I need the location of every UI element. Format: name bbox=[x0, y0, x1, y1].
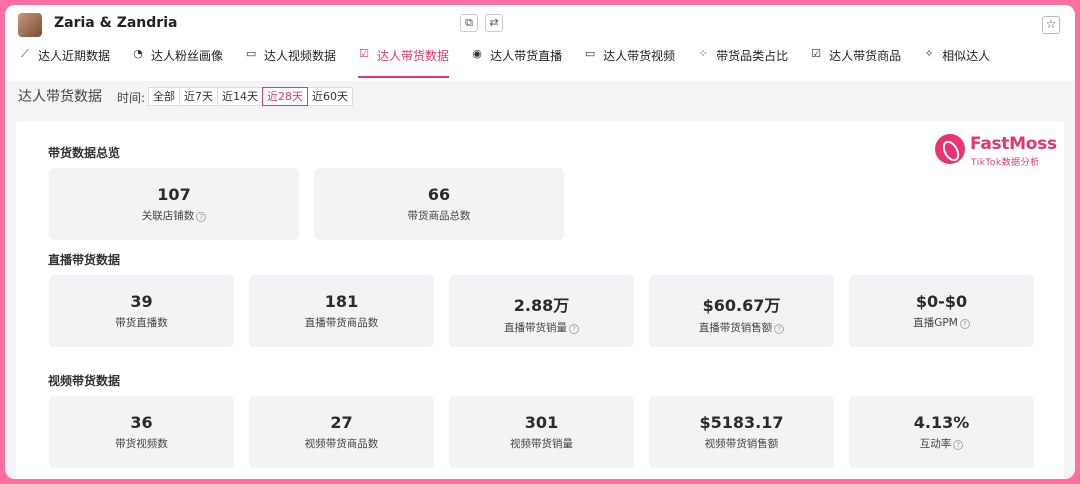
time-option-14d[interactable]: 近14天 bbox=[217, 87, 263, 106]
line-chart-icon: ⟋ bbox=[21, 47, 29, 60]
time-option-all[interactable]: 全部 bbox=[148, 87, 180, 106]
tab-fan-profile[interactable]: ◔ 达人粉丝画像 bbox=[132, 47, 223, 81]
tab-label: 达人粉丝画像 bbox=[151, 49, 224, 63]
stat-label: 带货视频数 bbox=[115, 438, 168, 450]
app-frame: Zaria & Zandria ⧉ ⇄ ☆ ⟋ 达人近期数据 ◔ 达人粉丝画像 ▭ 达… bbox=[5, 5, 1075, 479]
tab-sales-data[interactable]: ☑ 达人带货数据 bbox=[358, 47, 450, 81]
time-label: 时间: bbox=[117, 91, 146, 105]
stat-value: 27 bbox=[330, 413, 353, 432]
stat-value: 4.13% bbox=[913, 413, 970, 432]
stat-card-products: 66 带货商品总数 bbox=[314, 168, 564, 240]
stat-label: 带货直播数 bbox=[115, 317, 168, 329]
brand-subtitle: TikTok数据分析 bbox=[971, 158, 1040, 168]
stat-value: 36 bbox=[130, 413, 153, 432]
help-icon[interactable]: ? bbox=[569, 324, 579, 334]
stat-card-video-count: 36 带货视频数 bbox=[49, 396, 234, 468]
overview-title: 带货数据总览 bbox=[48, 146, 121, 160]
video-icon: ▭ bbox=[584, 47, 596, 60]
stat-card-video-sales: 301 视频带货销量 bbox=[449, 396, 634, 468]
stat-card-shops: 107 关联店铺数? bbox=[49, 168, 299, 240]
pie-chart-icon: ◔ bbox=[133, 47, 143, 60]
stat-card-video-products: 27 视频带货商品数 bbox=[249, 396, 434, 468]
brand-logo: FastMoss TikTok数据分析 bbox=[935, 132, 1057, 172]
bag-icon: ☑ bbox=[811, 47, 822, 60]
tab-similar-creators[interactable]: ✧ 相似达人 bbox=[923, 47, 991, 81]
time-filter: 全部 近7天 近14天 近28天 近60天 bbox=[148, 87, 353, 106]
help-icon[interactable]: ? bbox=[953, 440, 964, 450]
stat-value: $0-$0 bbox=[915, 292, 968, 311]
stat-value: 301 bbox=[524, 413, 559, 432]
stat-label: 视频带货销售额 bbox=[704, 438, 779, 450]
tab-label: 达人带货数据 bbox=[377, 49, 450, 63]
tab-label: 相似达人 bbox=[942, 49, 991, 63]
cart-icon: ☑ bbox=[359, 47, 369, 60]
stat-card-live-sales: 2.88万 直播带货销量? bbox=[449, 275, 634, 347]
fastmoss-logo-icon bbox=[935, 134, 965, 164]
creator-name: Zaria & Zandria bbox=[54, 15, 178, 31]
stat-card-live-revenue: $60.67万 直播带货销售额? bbox=[649, 275, 834, 347]
tab-bar: ⟋ 达人近期数据 ◔ 达人粉丝画像 ▭ 达人视频数据 ☑ 达人带货数据 ◉ 达人带货直播 … bbox=[19, 47, 1012, 81]
stat-label: 带货商品总数 bbox=[407, 210, 471, 222]
live-title: 直播带货数据 bbox=[48, 253, 121, 267]
tab-video-data[interactable]: ▭ 达人视频数据 bbox=[245, 47, 336, 81]
grid-icon: ⁘ bbox=[698, 47, 708, 60]
stat-value: 66 bbox=[427, 185, 451, 204]
stat-label: 视频带货销量 bbox=[510, 438, 573, 450]
tab-label: 达人带货视频 bbox=[603, 49, 676, 63]
tab-label: 达人带货商品 bbox=[829, 49, 902, 63]
live-icon: ◉ bbox=[472, 47, 482, 60]
similar-icon: ✧ bbox=[924, 47, 934, 60]
header: Zaria & Zandria ⧉ ⇄ ☆ ⟋ 达人近期数据 ◔ 达人粉丝画像 ▭ 达… bbox=[5, 5, 1075, 81]
tab-label: 达人带货直播 bbox=[490, 49, 563, 63]
stat-card-live-products: 181 直播带货商品数 bbox=[249, 275, 434, 347]
time-option-28d[interactable]: 近28天 bbox=[262, 87, 308, 106]
tab-label: 达人近期数据 bbox=[38, 49, 111, 63]
tab-recent-data[interactable]: ⟋ 达人近期数据 bbox=[19, 47, 110, 81]
brand-name: FastMoss bbox=[970, 134, 1057, 154]
stat-value: 181 bbox=[324, 292, 359, 311]
tab-label: 达人视频数据 bbox=[264, 49, 337, 63]
stat-label: 互动率? bbox=[849, 436, 1034, 451]
stat-label: 直播GPM? bbox=[849, 315, 1034, 330]
stat-label: 直播带货商品数 bbox=[304, 317, 379, 329]
link-icon[interactable]: ⇄ bbox=[485, 14, 503, 32]
star-icon[interactable]: ☆ bbox=[1042, 16, 1060, 34]
video-icon: ▭ bbox=[245, 47, 257, 60]
stat-label: 直播带货销售额? bbox=[649, 320, 834, 335]
copy-icon[interactable]: ⧉ bbox=[460, 14, 478, 32]
stat-card-video-revenue: $5183.17 视频带货销售额 bbox=[649, 396, 834, 468]
help-icon[interactable]: ? bbox=[196, 212, 207, 222]
stat-label: 直播带货销量? bbox=[449, 320, 634, 335]
stat-card-engagement-rate: 4.13% 互动率? bbox=[849, 396, 1034, 468]
stat-value: 2.88万 bbox=[513, 296, 570, 315]
tab-category-share[interactable]: ⁘ 带货品类占比 bbox=[697, 47, 788, 81]
stat-card-live-gpm: $0-$0 直播GPM? bbox=[849, 275, 1034, 347]
stat-card-live-count: 39 带货直播数 bbox=[49, 275, 234, 347]
sales-data-panel: FastMoss TikTok数据分析 带货数据总览 107 关联店铺数? 66… bbox=[16, 121, 1064, 479]
avatar[interactable] bbox=[18, 13, 42, 37]
stat-value: $60.67万 bbox=[702, 296, 781, 315]
stat-value: $5183.17 bbox=[699, 413, 784, 432]
tab-sales-live[interactable]: ◉ 达人带货直播 bbox=[471, 47, 562, 81]
help-icon[interactable]: ? bbox=[959, 319, 970, 329]
video-title: 视频带货数据 bbox=[48, 374, 121, 388]
time-option-60d[interactable]: 近60天 bbox=[307, 87, 353, 106]
stat-label: 视频带货商品数 bbox=[304, 438, 379, 450]
tab-label: 带货品类占比 bbox=[716, 49, 789, 63]
time-option-7d[interactable]: 近7天 bbox=[179, 87, 218, 106]
help-icon[interactable]: ? bbox=[774, 324, 785, 334]
stat-value: 107 bbox=[157, 185, 191, 204]
tab-sales-video[interactable]: ▭ 达人带货视频 bbox=[584, 47, 675, 81]
tab-sales-products[interactable]: ☑ 达人带货商品 bbox=[810, 47, 901, 81]
stat-label: 关联店铺数? bbox=[49, 208, 299, 223]
page-title: 达人带货数据 bbox=[18, 89, 102, 105]
stat-value: 39 bbox=[130, 292, 153, 311]
